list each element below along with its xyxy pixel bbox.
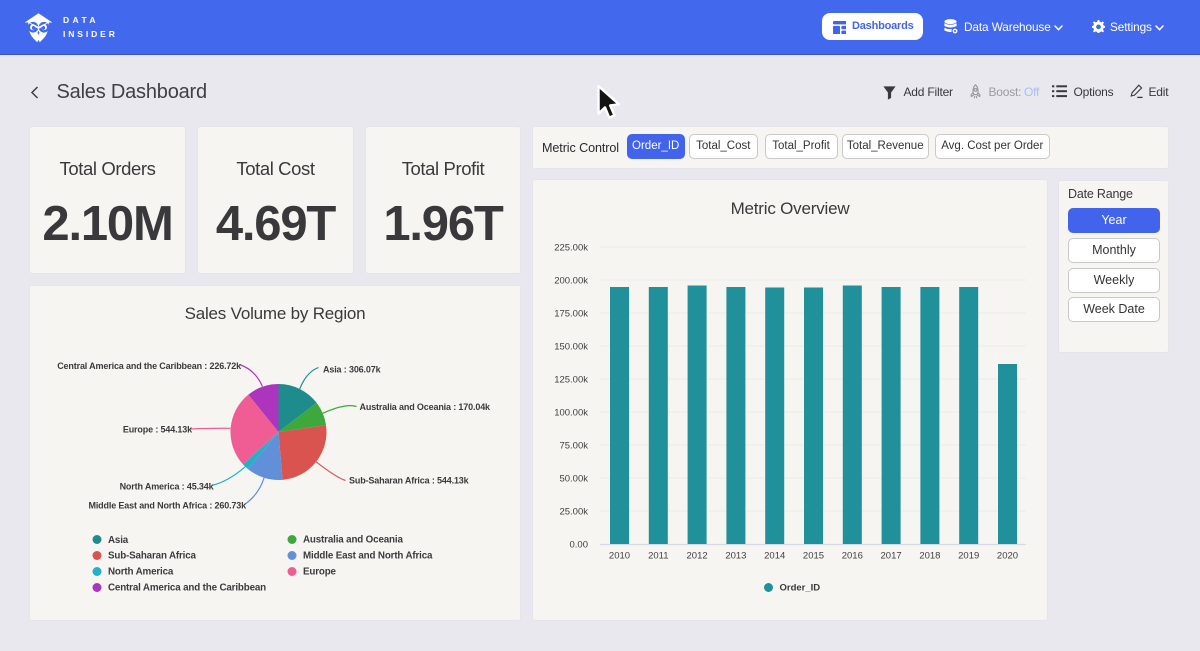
svg-text:0.00: 0.00 [570, 540, 589, 551]
svg-text:2017: 2017 [881, 551, 902, 562]
svg-text:2020: 2020 [997, 551, 1018, 562]
svg-text:Asia: Asia [108, 535, 129, 546]
svg-text:2014: 2014 [764, 551, 785, 562]
svg-text:2010: 2010 [609, 551, 630, 562]
svg-text:50.00k: 50.00k [559, 474, 588, 485]
svg-text:200.00k: 200.00k [554, 276, 588, 287]
svg-text:2018: 2018 [919, 551, 940, 562]
svg-text:2016: 2016 [842, 551, 863, 562]
svg-text:North America: North America [108, 567, 174, 578]
svg-text:2013: 2013 [725, 551, 746, 562]
svg-text:150.00k: 150.00k [554, 342, 588, 353]
svg-text:75.00k: 75.00k [559, 441, 588, 452]
svg-text:North America : 45.34k: North America : 45.34k [120, 482, 215, 492]
svg-text:100.00k: 100.00k [554, 408, 588, 419]
svg-text:Australia and Oceania : 170.04: Australia and Oceania : 170.04k [360, 402, 492, 412]
svg-text:2012: 2012 [687, 551, 708, 562]
svg-text:Central America and the Caribb: Central America and the Caribbean [108, 583, 266, 594]
svg-text:Central America and the Caribb: Central America and the Caribbean : 226.… [57, 361, 242, 371]
svg-text:2011: 2011 [648, 551, 668, 562]
svg-text:Australia and Oceania: Australia and Oceania [303, 535, 403, 546]
svg-text:125.00k: 125.00k [554, 375, 588, 386]
svg-text:2015: 2015 [803, 551, 824, 562]
svg-text:Middle East and North Africa :: Middle East and North Africa : 260.73k [88, 501, 247, 511]
svg-text:Europe : 544.13k: Europe : 544.13k [123, 425, 193, 435]
svg-text:Middle East and North Africa: Middle East and North Africa [303, 551, 433, 562]
svg-text:Sub-Saharan Africa : 544.13k: Sub-Saharan Africa : 544.13k [349, 476, 470, 486]
svg-text:Europe: Europe [303, 567, 337, 578]
svg-text:Asia : 306.07k: Asia : 306.07k [323, 365, 382, 375]
svg-text:Order_ID: Order_ID [780, 583, 821, 594]
svg-text:2019: 2019 [958, 551, 979, 562]
svg-text:25.00k: 25.00k [559, 507, 588, 518]
svg-text:225.00k: 225.00k [554, 243, 588, 254]
svg-text:Sub-Saharan Africa: Sub-Saharan Africa [108, 551, 197, 562]
svg-text:175.00k: 175.00k [554, 309, 588, 320]
